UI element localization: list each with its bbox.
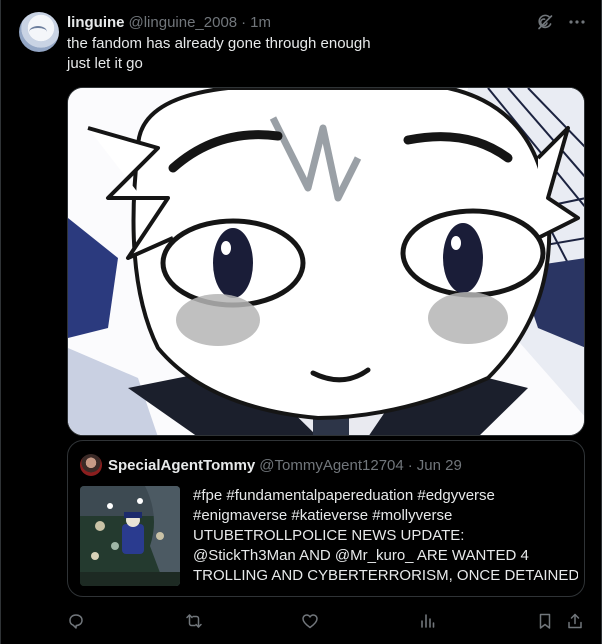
bookmark-icon[interactable]: [534, 610, 556, 632]
views-icon[interactable]: [416, 610, 438, 632]
like-icon[interactable]: [299, 610, 321, 632]
author-avatar[interactable]: [19, 12, 59, 52]
quoted-text-line: #fpe #fundamentalpapereduation #edgyvers…: [193, 487, 495, 504]
tweet-actions: [67, 610, 585, 632]
header-actions: [535, 12, 587, 32]
share-icon[interactable]: [564, 610, 586, 632]
author-name[interactable]: linguine: [67, 14, 125, 31]
quoted-text-line: #enigmaverse #katieverse #mollyverse: [193, 507, 453, 524]
quoted-author-handle[interactable]: @TommyAgent12704: [259, 457, 403, 474]
quoted-text-line: TROLLING AND CYBERTERRORISM, ONCE DETAIN…: [193, 567, 578, 584]
tweet-header: linguine @linguine_2008 · 1m: [67, 12, 271, 32]
quoted-author-avatar[interactable]: [80, 454, 102, 476]
tweet-text: the fandom has already gone through enou…: [67, 34, 371, 74]
quoted-text: #fpe #fundamentalpapereduation #edgyvers…: [193, 486, 578, 586]
quoted-author-name[interactable]: SpecialAgentTommy: [108, 457, 255, 474]
separator-dot: ·: [407, 456, 413, 474]
quoted-tweet[interactable]: SpecialAgentTommy @TommyAgent12704 · Jun…: [67, 440, 585, 597]
grok-icon[interactable]: [535, 12, 555, 32]
quoted-date[interactable]: Jun 29: [417, 457, 462, 474]
tweet-text-line: just let it go: [67, 55, 143, 72]
tweet-timestamp[interactable]: 1m: [250, 14, 271, 31]
retweet-icon[interactable]: [183, 610, 205, 632]
quoted-header: SpecialAgentTommy @TommyAgent12704 · Jun…: [80, 454, 462, 476]
author-handle[interactable]: @linguine_2008: [129, 14, 238, 31]
separator-dot: ·: [241, 13, 247, 31]
tweet-text-line: the fandom has already gone through enou…: [67, 35, 371, 52]
reply-icon[interactable]: [65, 610, 87, 632]
tweet-container: linguine @linguine_2008 · 1m the fandom …: [0, 0, 602, 644]
more-icon[interactable]: [567, 12, 587, 32]
quoted-text-line: UTUBETROLLPOLICE NEWS UPDATE:: [193, 527, 465, 544]
quoted-text-line: @StickTh3Man AND @Mr_kuro_ ARE WANTED 4: [193, 547, 529, 564]
tweet-media-image[interactable]: [67, 87, 585, 436]
quoted-thumbnail[interactable]: [80, 486, 180, 586]
